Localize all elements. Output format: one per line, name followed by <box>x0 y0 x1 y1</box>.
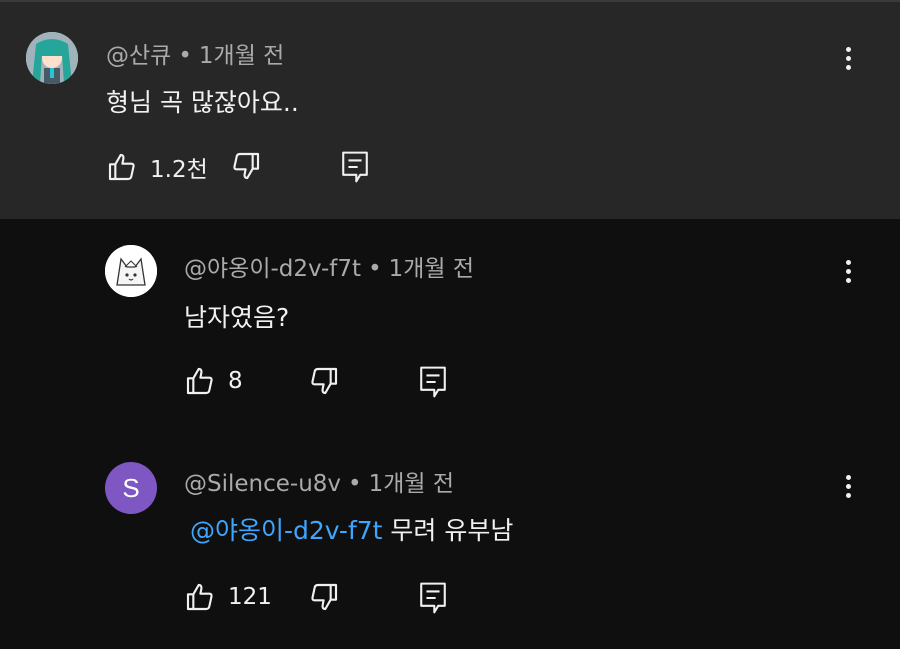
reply-comment: @야옹이-d2v-f7t • 1개월 전 남자였음? 8 <box>0 219 900 434</box>
reply-button[interactable] <box>418 365 448 399</box>
reply-icon <box>420 366 446 398</box>
comment-meta: @Silence-u8v • 1개월 전 <box>184 464 454 498</box>
dislike-button[interactable] <box>308 365 340 397</box>
comment-text-content: 무려 유부남 <box>390 516 514 545</box>
user-avatar-miku[interactable] <box>26 32 78 84</box>
meta-separator: • <box>348 471 362 497</box>
mention-link[interactable]: @야옹이-d2v-f7t <box>190 516 382 545</box>
dislike-button[interactable] <box>308 581 340 613</box>
like-count: 8 <box>228 368 243 394</box>
user-avatar-letter[interactable]: S <box>105 462 157 514</box>
more-vert-icon[interactable] <box>836 40 860 76</box>
comment-time[interactable]: 1개월 전 <box>389 256 474 282</box>
comment-meta: @산큐 • 1개월 전 <box>106 36 284 70</box>
more-vert-icon[interactable] <box>836 468 860 504</box>
dislike-button[interactable] <box>230 150 262 182</box>
avatar-initial: S <box>122 472 140 503</box>
like-button[interactable]: 1.2천 <box>106 150 208 184</box>
like-count: 1.2천 <box>150 157 208 183</box>
comment-highlighted: @산큐 • 1개월 전 형님 곡 많잖아요.. 1.2천 <box>0 0 900 219</box>
meta-separator: • <box>178 43 192 69</box>
thumb-down-icon <box>311 367 338 395</box>
thumb-up-icon <box>186 583 213 611</box>
thumb-down-icon <box>311 583 338 611</box>
comment-text: @야옹이-d2v-f7t 무려 유부남 <box>190 511 513 547</box>
like-count: 121 <box>228 584 272 610</box>
comment-time[interactable]: 1개월 전 <box>369 471 454 497</box>
like-button[interactable]: 8 <box>184 365 243 397</box>
comment-actions: 121 <box>184 581 484 617</box>
meta-separator: • <box>368 256 382 282</box>
reply-button[interactable] <box>340 150 370 184</box>
like-button[interactable]: 121 <box>184 581 272 613</box>
user-avatar-cat[interactable] <box>105 245 157 297</box>
reply-icon <box>342 151 368 183</box>
thumb-down-icon <box>233 152 260 180</box>
comment-text: 형님 곡 많잖아요.. <box>106 88 299 117</box>
more-vert-icon[interactable] <box>836 253 860 289</box>
comment-actions: 8 <box>184 365 484 401</box>
comment-thread: @산큐 • 1개월 전 형님 곡 많잖아요.. 1.2천 @야옹이-d2v-f7… <box>0 0 900 649</box>
reply-icon <box>420 582 446 614</box>
thumb-up-icon <box>108 153 135 181</box>
cat-avatar-icon <box>105 245 157 297</box>
comment-meta: @야옹이-d2v-f7t • 1개월 전 <box>184 249 474 283</box>
reply-button[interactable] <box>418 581 448 615</box>
thumb-up-icon <box>186 367 213 395</box>
comment-time[interactable]: 1개월 전 <box>199 43 284 69</box>
comment-author[interactable]: @산큐 <box>106 43 171 69</box>
comment-author[interactable]: @Silence-u8v <box>184 471 341 497</box>
comment-actions: 1.2천 <box>106 150 406 186</box>
comment-author[interactable]: @야옹이-d2v-f7t <box>184 256 361 282</box>
comment-text: 남자였음? <box>184 303 290 332</box>
reply-comment: S @Silence-u8v • 1개월 전 @야옹이-d2v-f7t 무려 유부남… <box>0 434 900 649</box>
miku-avatar-icon <box>26 32 78 84</box>
